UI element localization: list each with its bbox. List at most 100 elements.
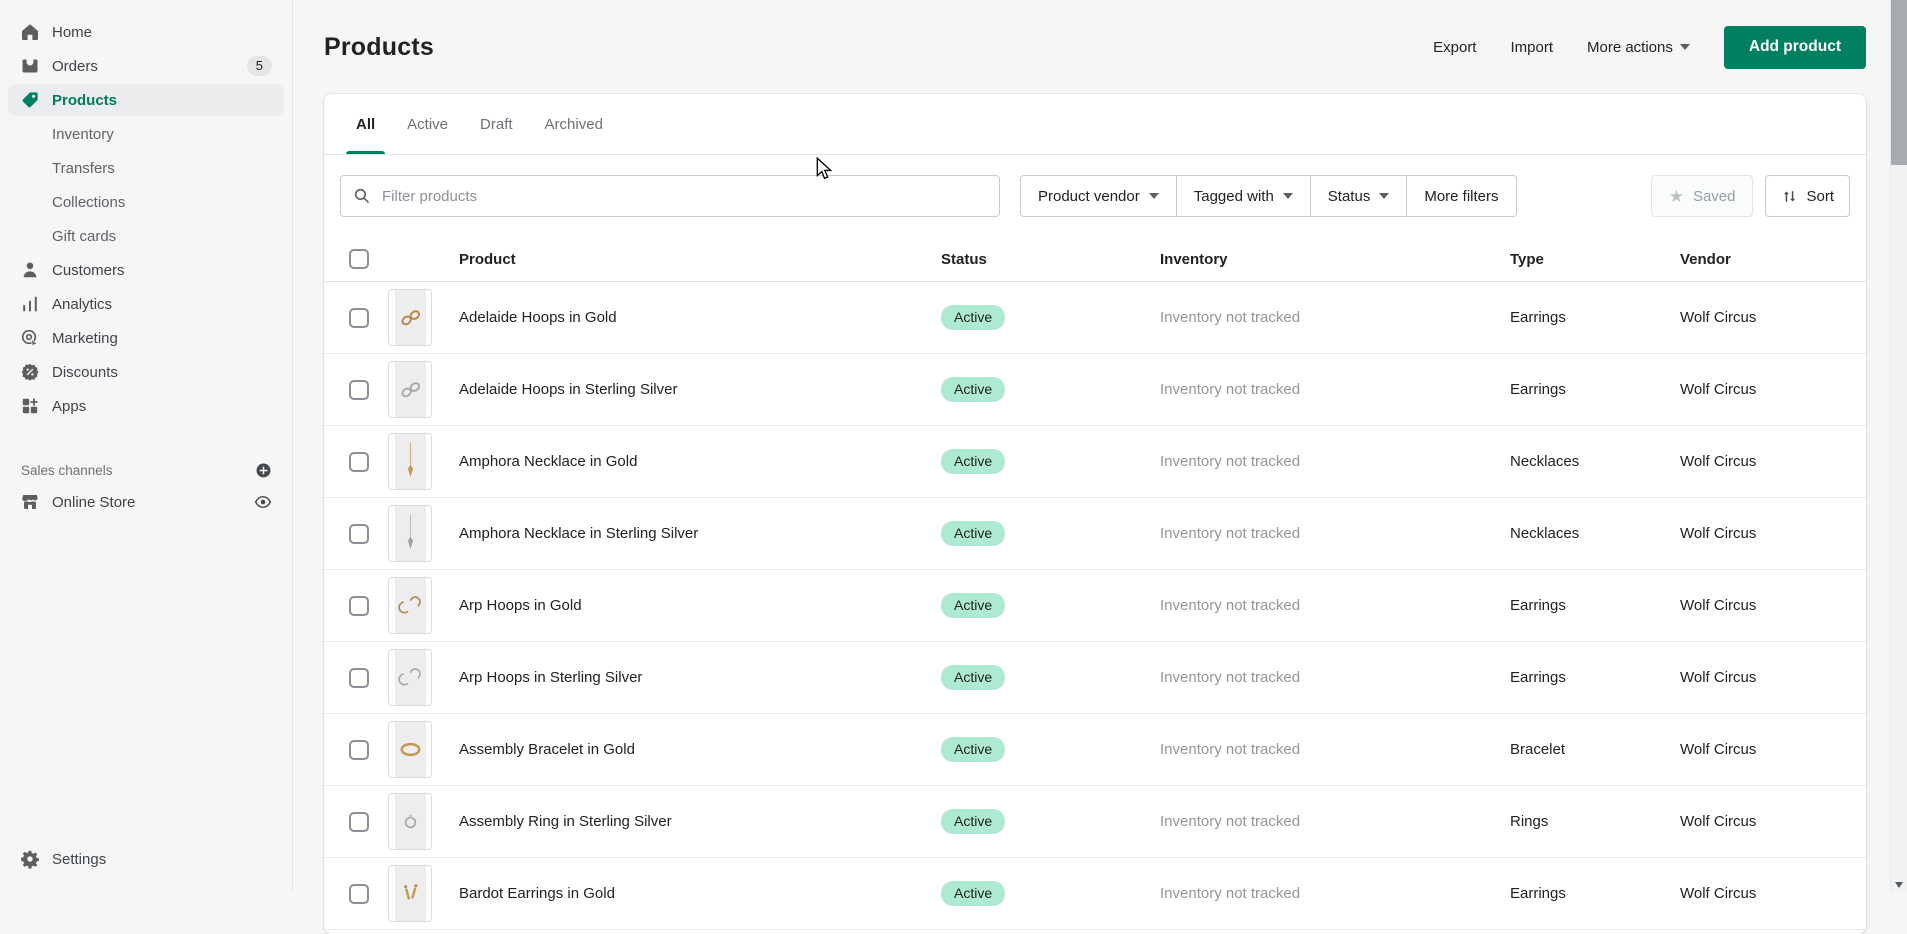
table-row[interactable]: Assembly Ring in Sterling SilverActiveIn… <box>324 786 1866 858</box>
tab-archived[interactable]: Archived <box>529 94 619 154</box>
table-row[interactable]: Adelaide Hoops in Sterling SilverActive I… <box>324 354 1866 426</box>
tab-active[interactable]: Active <box>391 94 464 154</box>
sidebar-item-collections[interactable]: Collections <box>8 186 284 218</box>
vendor-cell: Wolf Circus <box>1680 741 1866 758</box>
more-filters-filter-button[interactable]: More filters <box>1407 175 1516 217</box>
arp-silver-image <box>395 650 426 705</box>
sort-button[interactable]: Sort <box>1765 175 1850 217</box>
tagged-with-filter-button[interactable]: Tagged with <box>1177 175 1311 217</box>
chevron-down-icon <box>1379 193 1389 199</box>
table-row[interactable]: Amphora Necklace in GoldActiveInventory … <box>324 426 1866 498</box>
select-all-checkbox[interactable] <box>349 249 369 269</box>
row-checkbox[interactable] <box>349 668 369 688</box>
row-checkbox[interactable] <box>349 740 369 760</box>
type-cell: Necklaces <box>1510 453 1680 470</box>
sidebar-item-home[interactable]: Home <box>8 16 284 48</box>
sidebar-item-analytics[interactable]: Analytics <box>8 288 284 320</box>
type-cell: Earrings <box>1510 597 1680 614</box>
row-checkbox[interactable] <box>349 596 369 616</box>
vendor-cell: Wolf Circus <box>1680 669 1866 686</box>
product-name-link[interactable]: Arp Hoops in Sterling Silver <box>459 669 941 686</box>
add-sales-channel-button[interactable] <box>255 462 272 479</box>
vendor-cell: Wolf Circus <box>1680 597 1866 614</box>
product-thumbnail <box>388 577 432 634</box>
table-row[interactable]: Bardot Earrings in GoldActiveInventory n… <box>324 858 1866 930</box>
vendor-cell: Wolf Circus <box>1680 381 1866 398</box>
scrollbar-down-arrow[interactable] <box>1891 882 1907 888</box>
sidebar-item-marketing[interactable]: Marketing <box>8 322 284 354</box>
sidebar-item-customers[interactable]: Customers <box>8 254 284 286</box>
eye-icon[interactable] <box>254 493 272 511</box>
hoops-silver-image <box>395 362 426 417</box>
table-row[interactable]: Adelaide Hoops in GoldActive Inventory no… <box>324 282 1866 354</box>
sidebar-nav: HomeOrders5ProductsInventory Transfers Col… <box>0 16 292 422</box>
row-checkbox[interactable] <box>349 524 369 544</box>
vertical-scrollbar[interactable] <box>1890 0 1907 891</box>
product-thumbnail-cell <box>388 433 459 490</box>
product-name-link[interactable]: Amphora Necklace in Sterling Silver <box>459 525 941 542</box>
status-badge: Active <box>941 521 1005 546</box>
more-actions-button[interactable]: More actions <box>1587 39 1690 56</box>
tab-all[interactable]: All <box>340 94 391 154</box>
marketing-icon <box>20 328 40 348</box>
sidebar-item-label: Marketing <box>52 330 118 347</box>
sidebar-item-inventory[interactable]: Inventory <box>8 118 284 150</box>
row-checkbox[interactable] <box>349 380 369 400</box>
type-cell: Necklaces <box>1510 525 1680 542</box>
status-badge: Active <box>941 809 1005 834</box>
settings-container: Settings <box>0 841 292 877</box>
saved-filters-button[interactable]: ★ Saved <box>1651 175 1754 217</box>
product-name-link[interactable]: Adelaide Hoops in Gold <box>459 309 941 326</box>
sidebar-item-products[interactable]: Products <box>8 84 284 116</box>
star-icon: ★ <box>1669 188 1684 205</box>
status-badge: Active <box>941 305 1005 330</box>
sidebar-item-transfers[interactable]: Transfers <box>8 152 284 184</box>
product-name-link[interactable]: Amphora Necklace in Gold <box>459 453 941 470</box>
sidebar-item-gift-cards[interactable]: Gift cards <box>8 220 284 252</box>
product-thumbnail-cell <box>388 865 459 922</box>
inventory-cell: Inventory not tracked <box>1160 525 1510 542</box>
row-checkbox[interactable] <box>349 452 369 472</box>
sidebar-item-discounts[interactable]: Discounts <box>8 356 284 388</box>
type-cell: Bracelet <box>1510 741 1680 758</box>
row-checkbox[interactable] <box>349 884 369 904</box>
status-cell: Active <box>941 305 1160 330</box>
table-row[interactable]: Arp Hoops in GoldActiveInventory not tra… <box>324 570 1866 642</box>
status-cell: Active <box>941 377 1160 402</box>
product-thumbnail <box>388 649 432 706</box>
row-checkbox[interactable] <box>349 812 369 832</box>
gear-icon <box>20 849 40 869</box>
add-product-button[interactable]: Add product <box>1724 26 1866 69</box>
row-checkbox[interactable] <box>349 308 369 328</box>
sidebar-item-apps[interactable]: Apps <box>8 390 284 422</box>
filter-products-input[interactable] <box>340 175 1000 217</box>
product-name-link[interactable]: Bardot Earrings in Gold <box>459 885 941 902</box>
product-thumbnail-cell <box>388 793 459 850</box>
header-actions: Export Import More actions Add product <box>1433 26 1866 69</box>
tab-draft[interactable]: Draft <box>464 94 529 154</box>
scrollbar-thumb[interactable] <box>1891 0 1907 165</box>
inventory-cell: Inventory not tracked <box>1160 741 1510 758</box>
product-name-link[interactable]: Arp Hoops in Gold <box>459 597 941 614</box>
table-row[interactable]: Assembly Bracelet in GoldActiveInventory… <box>324 714 1866 786</box>
product-vendor-filter-button[interactable]: Product vendor <box>1020 175 1177 217</box>
status-badge: Active <box>941 377 1005 402</box>
export-button[interactable]: Export <box>1433 39 1476 56</box>
product-thumbnail-cell <box>388 505 459 562</box>
product-name-link[interactable]: Adelaide Hoops in Sterling Silver <box>459 381 941 398</box>
product-name-link[interactable]: Assembly Bracelet in Gold <box>459 741 941 758</box>
sidebar-item-orders[interactable]: Orders5 <box>8 50 284 82</box>
status-filter-button[interactable]: Status <box>1311 175 1408 217</box>
inventory-cell: Inventory not tracked <box>1160 381 1510 398</box>
product-name-link[interactable]: Assembly Ring in Sterling Silver <box>459 813 941 830</box>
inventory-cell: Inventory not tracked <box>1160 309 1510 326</box>
table-row[interactable]: Arp Hoops in Sterling SilverActiveInvent… <box>324 642 1866 714</box>
sidebar-item-label: Discounts <box>52 364 118 381</box>
sidebar-item-online-store[interactable]: Online Store <box>8 486 284 518</box>
table-row[interactable]: Amphora Necklace in Sterling SilverActiv… <box>324 498 1866 570</box>
import-button[interactable]: Import <box>1510 39 1553 56</box>
sidebar-item-settings[interactable]: Settings <box>8 843 284 875</box>
filter-button-label: More filters <box>1424 188 1498 205</box>
filter-button-label: Product vendor <box>1038 188 1140 205</box>
sidebar-item-label: Transfers <box>52 160 115 177</box>
